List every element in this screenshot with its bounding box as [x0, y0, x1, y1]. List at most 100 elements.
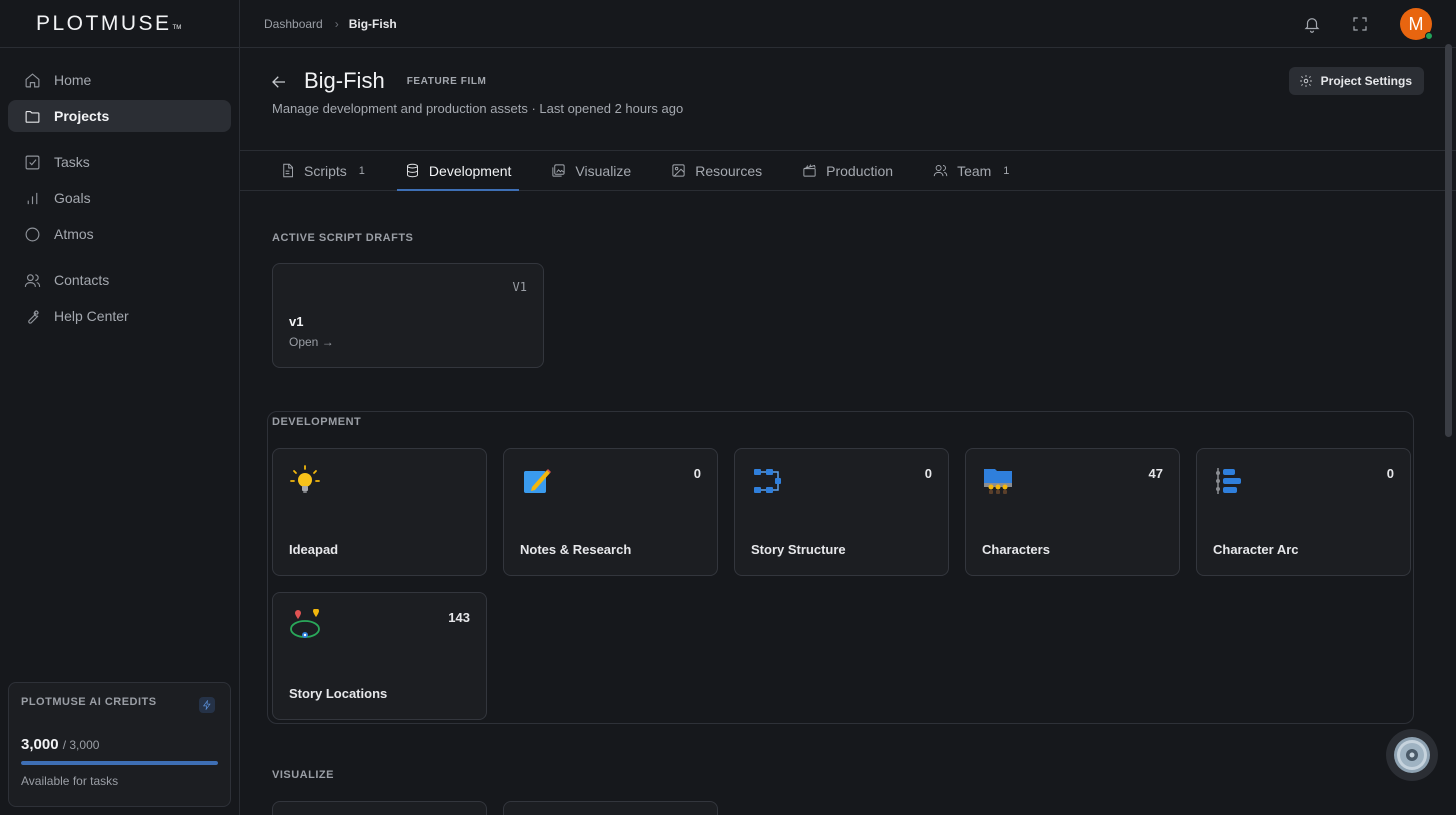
film-reel-icon: [1394, 737, 1430, 773]
fullscreen-button[interactable]: [1344, 8, 1376, 40]
tab-count: 1: [1003, 164, 1010, 177]
bell-icon: [1304, 18, 1320, 33]
project-settings-label: Project Settings: [1320, 74, 1412, 88]
sidebar-item-home[interactable]: Home: [8, 64, 231, 96]
visualize-card[interactable]: [503, 801, 718, 815]
back-button[interactable]: [270, 73, 288, 91]
tab-team[interactable]: Team 1: [925, 151, 1017, 190]
sidebar-item-goals[interactable]: Goals: [8, 182, 231, 214]
credits-subtitle: Available for tasks: [21, 774, 119, 788]
tab-count: 1: [358, 164, 365, 177]
folder-icon: [25, 110, 40, 123]
tab-label: Visualize: [575, 162, 632, 179]
sidebar-item-label: Atmos: [54, 226, 94, 242]
visualize-card[interactable]: [272, 801, 487, 815]
page-title: Big-Fish: [304, 68, 385, 93]
sidebar-item-tasks[interactable]: Tasks: [8, 146, 231, 178]
credits-amount: 3,000 / 3,000: [21, 736, 218, 753]
topbar: Dashboard › Big-Fish M: [240, 0, 1456, 48]
online-status-dot: [1425, 32, 1433, 40]
sidebar-item-atmos[interactable]: Atmos: [8, 218, 231, 250]
dev-card-story-locations[interactable]: 143 Story Locations: [272, 592, 487, 720]
home-icon: [25, 72, 40, 87]
section-title-development: DEVELOPMENT: [272, 416, 362, 428]
breadcrumb-dashboard[interactable]: Dashboard: [264, 17, 323, 31]
breadcrumb-current: Big-Fish: [348, 16, 397, 31]
logo[interactable]: PLOTMUSE TM: [0, 0, 239, 48]
arc-list-icon: [1216, 468, 1241, 494]
map-pins-icon: [290, 609, 320, 638]
sidebar-item-label: Contacts: [54, 272, 110, 288]
project-header: Big-Fish FEATURE FILM Manage development…: [240, 48, 1456, 151]
dev-card-story-structure[interactable]: 0 Story Structure: [734, 448, 949, 576]
dev-card-character-arc[interactable]: 0 Character Arc: [1196, 448, 1411, 576]
sidebar-item-help-center[interactable]: Help Center: [8, 300, 231, 332]
credits-value: 3,000: [21, 736, 59, 753]
users-icon: [24, 273, 41, 287]
project-tabs: Scripts 1 Development Visualize Resource…: [240, 151, 1456, 191]
tab-label: Production: [826, 162, 894, 179]
sidebar-nav: Home Projects Tasks Goals Atmos Contacts…: [0, 48, 239, 332]
wrench-icon: [28, 309, 39, 324]
tab-label: Team: [957, 162, 992, 179]
logo-text: PLOTMUSE: [36, 11, 172, 35]
breadcrumb-separator: ›: [334, 16, 339, 31]
tab-label: Development: [428, 162, 512, 179]
ai-credits-panel: PLOTMUSE AI CREDITS 3,000 / 3,000 Availa…: [8, 682, 231, 807]
project-settings-button[interactable]: Project Settings: [1288, 67, 1424, 95]
section-title-drafts: ACTIVE SCRIPT DRAFTS: [272, 232, 414, 244]
development-section: DEVELOPMENT Ideapad 0 Notes & Research 0…: [267, 411, 1414, 724]
dev-card-count: 47: [1148, 466, 1163, 481]
title-row: Big-Fish FEATURE FILM: [304, 68, 486, 94]
gear-icon: [1299, 75, 1312, 87]
sidebar-item-label: Tasks: [54, 154, 90, 170]
sidebar-item-label: Projects: [54, 108, 110, 124]
script-draft-card[interactable]: V1 v1 Open →: [272, 263, 544, 368]
dev-card-label: Story Structure: [751, 542, 846, 557]
sidebar-item-contacts[interactable]: Contacts: [8, 264, 231, 296]
users-icon: [933, 165, 948, 177]
dev-card-count: 0: [693, 466, 701, 481]
tab-visualize[interactable]: Visualize: [543, 151, 639, 190]
topbar-actions: M: [1280, 8, 1433, 40]
draft-open-link[interactable]: Open →: [289, 335, 334, 349]
credits-total: / 3,000: [62, 738, 100, 752]
tab-resources[interactable]: Resources: [663, 151, 770, 190]
tab-scripts[interactable]: Scripts 1: [272, 151, 373, 190]
project-subtitle: Manage development and production assets…: [272, 101, 684, 116]
tab-development[interactable]: Development: [396, 151, 520, 191]
gallery-icon: [552, 164, 566, 177]
tab-label: Resources: [695, 162, 763, 179]
sidebar-item-projects[interactable]: Projects: [8, 100, 231, 132]
flowchart-icon: [754, 469, 781, 493]
dev-card-notes-research[interactable]: 0 Notes & Research: [503, 448, 718, 576]
dev-card-label: Character Arc: [1213, 542, 1299, 557]
app-root: PLOTMUSE TM Home Projects Tasks Goals At…: [0, 0, 1456, 815]
logo-trademark: TM: [172, 25, 182, 31]
sidebar-item-label: Home: [54, 72, 92, 88]
avatar-initial: M: [1408, 13, 1424, 34]
sidebar-item-label: Help Center: [54, 308, 129, 324]
fullscreen-icon: [1353, 17, 1367, 31]
avatar[interactable]: M: [1400, 8, 1433, 40]
bar-chart-icon: [27, 192, 38, 204]
notifications-button[interactable]: [1296, 8, 1328, 40]
circle-icon: [25, 227, 40, 241]
project-type-badge: FEATURE FILM: [406, 75, 487, 87]
breadcrumb: Dashboard › Big-Fish: [264, 17, 397, 31]
lightning-icon: [199, 697, 215, 713]
dev-card-characters[interactable]: 47 Characters: [965, 448, 1180, 576]
draft-version-badge: V1: [512, 280, 527, 294]
dev-card-ideapad[interactable]: Ideapad: [272, 448, 487, 576]
sidebar: PLOTMUSE TM Home Projects Tasks Goals At…: [0, 0, 240, 815]
assistant-fab-button[interactable]: [1386, 729, 1438, 781]
notepad-pencil-icon: [524, 469, 551, 493]
check-square-icon: [25, 155, 40, 169]
tab-production[interactable]: Production: [794, 151, 901, 190]
dev-card-label: Ideapad: [289, 542, 339, 557]
scrollbar-thumb[interactable]: [1445, 44, 1452, 437]
credits-progress-fill: [21, 761, 218, 765]
dev-card-count: 0: [924, 466, 932, 481]
